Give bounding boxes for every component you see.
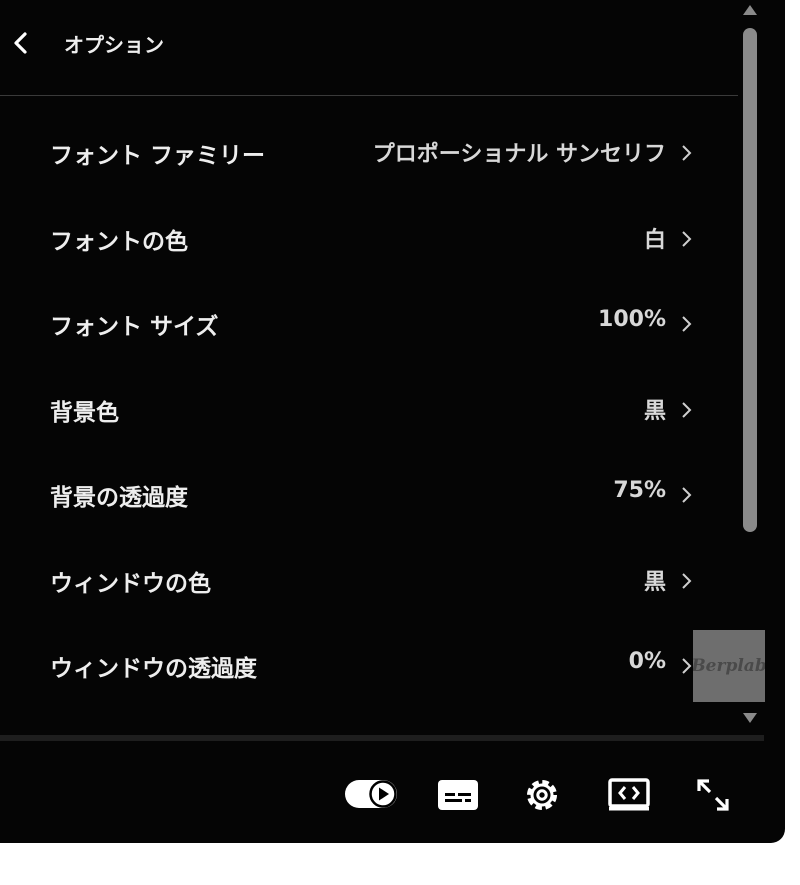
menu-item-value: プロポーショナル サンセリフ [372,142,666,167]
settings-button[interactable] [520,774,564,816]
chevron-right-icon [682,316,692,332]
menu-item-background-color[interactable]: 背景色 黒 [0,367,738,453]
menu-item-value: 75% [613,478,666,503]
subtitles-button[interactable] [436,778,480,812]
miniplayer-icon [608,778,650,811]
menu-item-label: ウィンドウの色 [50,570,211,597]
fullscreen-button[interactable] [692,774,734,816]
caption-options-menu: フォント ファミリー プロポーショナル サンセリフ フォントの色 白 フォント … [0,110,738,709]
fullscreen-icon [697,779,729,811]
chevron-right-icon [682,487,692,503]
watermark-logo: Berplab [693,630,765,702]
menu-item-label: 背景色 [50,399,119,426]
chevron-right-icon [682,230,692,247]
progress-bar[interactable] [0,735,764,741]
menu-item-value: 黒 [643,398,666,424]
subtitles-icon [438,780,478,810]
menu-item-label: フォント サイズ [50,314,219,340]
watermark-text: Berplab [693,656,765,676]
autoplay-toggle[interactable] [344,778,400,810]
scroll-up-arrow-icon[interactable] [742,4,758,16]
video-player: オプション フォント ファミリー プロポーショナル サンセリフ フォントの色 白… [0,0,785,843]
menu-item-window-opacity[interactable]: ウィンドウの透過度 0% [0,623,738,709]
menu-item-font-family[interactable]: フォント ファミリー プロポーショナル サンセリフ [0,110,738,196]
settings-gear-icon [527,780,557,810]
menu-item-value: 100% [598,307,666,332]
scroll-down-arrow-icon[interactable] [742,712,758,724]
scrollbar-thumb[interactable] [743,28,757,532]
menu-item-label: フォント ファミリー [50,143,266,169]
chevron-right-icon [682,401,692,418]
player-control-bar [0,760,785,830]
menu-item-window-color[interactable]: ウィンドウの色 黒 [0,538,738,624]
panel-title: オプション [64,33,164,57]
chevron-right-icon [682,572,692,589]
menu-item-label: フォントの色 [50,228,188,255]
menu-item-background-opacity[interactable]: 背景の透過度 75% [0,452,738,538]
miniplayer-button[interactable] [606,776,652,814]
menu-item-font-size[interactable]: フォント サイズ 100% [0,281,738,367]
options-panel-header: オプション [0,0,738,96]
menu-item-label: 背景の透過度 [50,485,188,511]
menu-item-value: 0% [628,649,666,674]
chevron-left-icon [14,32,27,54]
chevron-right-icon [682,658,692,674]
autoplay-toggle-icon [345,780,397,808]
menu-item-value: 白 [643,227,666,253]
menu-item-label: ウィンドウの透過度 [50,656,257,682]
menu-item-font-color[interactable]: フォントの色 白 [0,196,738,282]
back-button[interactable] [8,28,34,58]
chevron-right-icon [682,145,692,161]
menu-item-value: 黒 [643,569,666,595]
